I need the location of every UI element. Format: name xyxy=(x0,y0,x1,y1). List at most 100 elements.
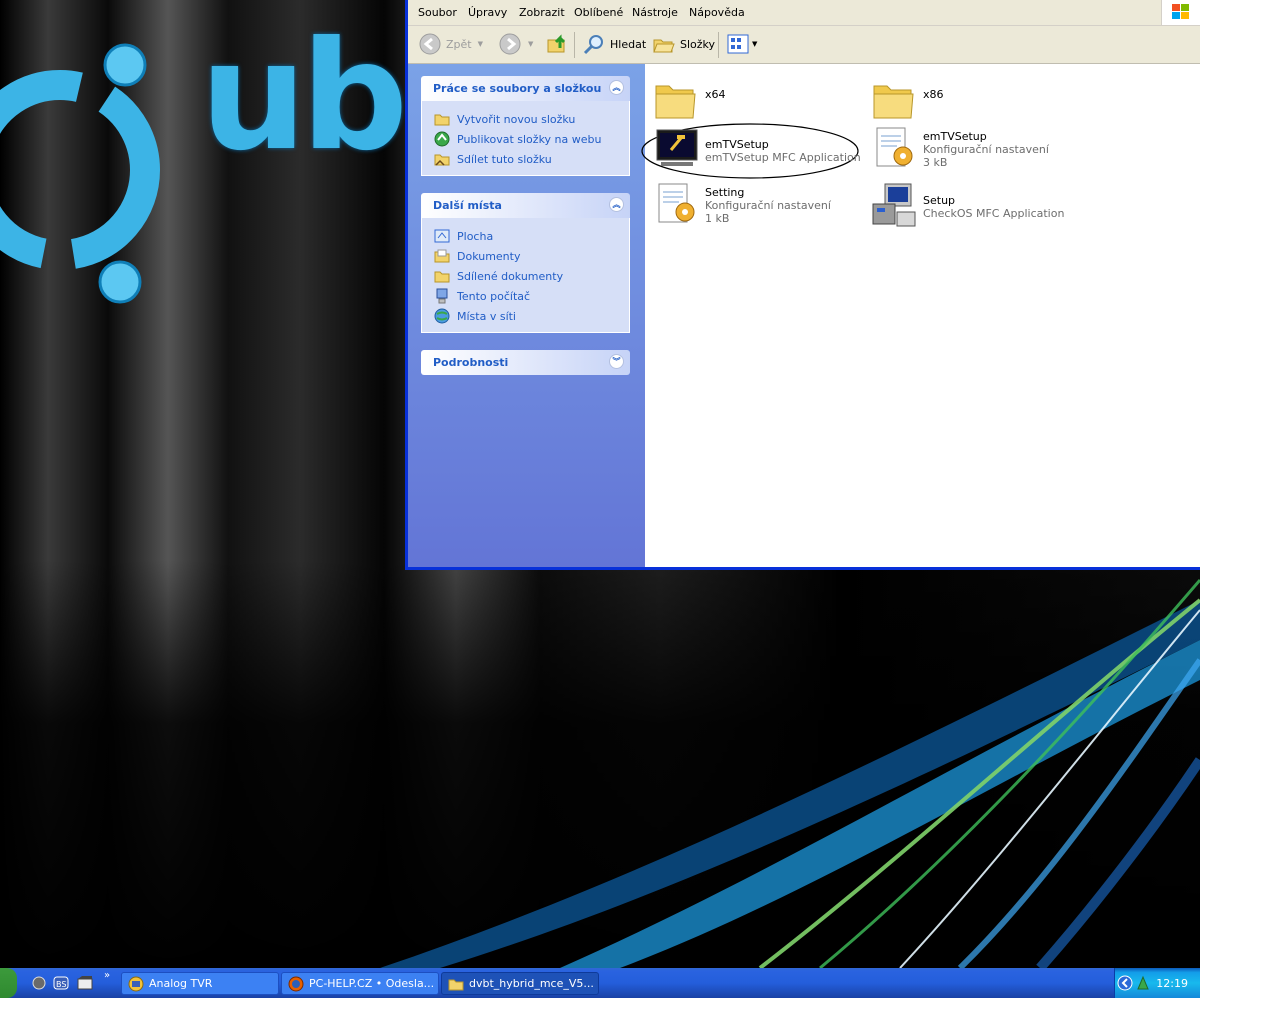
quicklaunch-bs-icon[interactable]: BS xyxy=(53,975,69,991)
search-button[interactable]: Hledat xyxy=(582,32,646,56)
clock[interactable]: 12:19 xyxy=(1156,977,1188,990)
up-folder-icon xyxy=(547,34,566,53)
file-item-setting-ini[interactable]: Setting Konfigurační nastavení 1 kB xyxy=(653,182,831,230)
share-folder-icon xyxy=(434,154,450,166)
place-documents[interactable]: Dokumenty xyxy=(422,246,629,266)
folders-label: Složky xyxy=(680,37,716,51)
forward-dropdown-icon[interactable]: ▼ xyxy=(528,40,533,48)
folder-icon xyxy=(448,979,464,990)
file-name: emTVSetup xyxy=(923,130,987,143)
folder-icon xyxy=(655,85,696,119)
back-button[interactable]: Zpět ▼ xyxy=(418,32,483,56)
toolbar-separator xyxy=(718,32,719,58)
file-item-x64[interactable]: x64 xyxy=(653,76,726,124)
menu-soubor[interactable]: Soubor xyxy=(418,6,457,19)
ubuntu-logo: ub xyxy=(0,10,420,343)
file-item-setup-exe[interactable]: Setup CheckOS MFC Application xyxy=(871,182,1064,230)
shared-folder-icon xyxy=(434,271,450,283)
menu-oblibene[interactable]: Oblíbené xyxy=(574,6,623,19)
other-places-body: Plocha Dokumenty Sdílené dokumenty Tento… xyxy=(421,218,630,333)
views-icon xyxy=(727,34,749,54)
taskbar-item-label: Analog TVR xyxy=(149,977,213,990)
file-tasks-header[interactable]: Práce se soubory a složkou ︽ xyxy=(421,76,630,101)
file-item-x86[interactable]: x86 xyxy=(871,76,944,124)
file-tasks-title: Práce se soubory a složkou xyxy=(433,82,602,95)
place-desktop[interactable]: Plocha xyxy=(422,226,629,246)
menu-nastroje[interactable]: Nástroje xyxy=(632,6,678,19)
task-publish-web[interactable]: Publikovat složky na webu xyxy=(422,129,629,149)
taskbar-item-label: dvbt_hybrid_mce_V5... xyxy=(469,977,594,990)
task-share-folder[interactable]: Sdílet tuto složku xyxy=(422,149,629,169)
back-dropdown-icon[interactable]: ▼ xyxy=(478,40,483,48)
file-list: x64 x86 emTVSetup emTVSetup MFC Applicat… xyxy=(641,64,1200,567)
tray-expand-icon[interactable] xyxy=(1117,975,1133,991)
views-button[interactable]: ▼ xyxy=(726,32,757,56)
toolbar-separator xyxy=(574,32,575,58)
task-new-folder-label: Vytvořit novou složku xyxy=(457,112,576,126)
file-name: x64 xyxy=(705,88,726,101)
file-name: Setting xyxy=(705,186,745,199)
details-title: Podrobnosti xyxy=(433,356,509,369)
computer-icon xyxy=(436,288,448,304)
collapse-icon[interactable]: ︽ xyxy=(609,80,624,95)
forward-button[interactable]: ▼ xyxy=(498,32,533,56)
folders-button[interactable]: Složky xyxy=(652,32,715,56)
quicklaunch-overflow-icon[interactable]: » xyxy=(104,970,110,981)
expand-icon[interactable]: ︾ xyxy=(609,354,624,369)
collapse-icon[interactable]: ︽ xyxy=(609,197,624,212)
search-icon xyxy=(583,35,603,55)
desktop-icon xyxy=(434,229,450,243)
tv-app-icon xyxy=(128,976,144,991)
tray-network-icon[interactable] xyxy=(1135,975,1151,991)
config-file-icon xyxy=(876,127,913,167)
application-icon xyxy=(656,129,698,166)
file-description: Konfigurační nastavení xyxy=(705,199,831,212)
folders-icon xyxy=(653,39,675,53)
taskbar-item-label: PC-HELP.CZ • Odesla... xyxy=(309,977,435,990)
start-button[interactable] xyxy=(0,968,17,998)
place-network-label: Místa v síti xyxy=(457,309,516,323)
logo-text: ub xyxy=(200,10,408,184)
place-documents-label: Dokumenty xyxy=(457,249,521,263)
taskbar-item-firefox[interactable]: PC-HELP.CZ • Odesla... xyxy=(281,972,439,995)
setup-icon xyxy=(872,183,916,227)
task-new-folder[interactable]: Vytvořit novou složku xyxy=(422,109,629,129)
menu-zobrazit[interactable]: Zobrazit xyxy=(519,6,565,19)
details-header[interactable]: Podrobnosti ︾ xyxy=(421,350,630,375)
other-places-title: Další místa xyxy=(433,199,502,212)
other-places-header[interactable]: Další místa ︽ xyxy=(421,193,630,218)
search-label: Hledat xyxy=(610,37,647,51)
documents-folder-icon xyxy=(434,249,450,263)
details-panel: Podrobnosti ︾ xyxy=(421,350,630,375)
place-my-computer-label: Tento počítač xyxy=(457,289,531,303)
views-dropdown-icon[interactable]: ▼ xyxy=(752,40,757,48)
quicklaunch-media-icon[interactable] xyxy=(77,975,93,991)
file-description: emTVSetup MFC Application xyxy=(705,151,861,164)
back-arrow-icon xyxy=(419,33,441,55)
file-item-emtvsetup-ini[interactable]: emTVSetup Konfigurační nastavení 3 kB xyxy=(871,126,1049,174)
config-file-icon xyxy=(658,183,695,223)
place-my-computer[interactable]: Tento počítač xyxy=(422,286,629,306)
file-tasks-body: Vytvořit novou složku Publikovat složky … xyxy=(421,101,630,176)
task-publish-web-label: Publikovat složky na webu xyxy=(457,132,602,146)
folder-icon xyxy=(873,85,914,119)
place-network[interactable]: Místa v síti xyxy=(422,306,629,326)
other-places-panel: Další místa ︽ Plocha Dokumenty Sdílené d… xyxy=(421,193,630,333)
svg-text:BS: BS xyxy=(56,980,66,989)
explorer-window: Soubor Úpravy Zobrazit Oblíbené Nástroje… xyxy=(405,0,1200,570)
file-item-emtvsetup-exe[interactable]: emTVSetup emTVSetup MFC Application xyxy=(653,126,861,174)
place-desktop-label: Plocha xyxy=(457,229,494,243)
quicklaunch-app-icon[interactable] xyxy=(31,975,47,991)
menu-napoveda[interactable]: Nápověda xyxy=(689,6,745,19)
up-folder-button[interactable] xyxy=(546,32,570,56)
file-name: x86 xyxy=(923,88,944,101)
task-pane: Práce se soubory a složkou ︽ Vytvořit no… xyxy=(408,64,645,567)
menu-upravy[interactable]: Úpravy xyxy=(468,6,507,19)
place-shared-documents[interactable]: Sdílené dokumenty xyxy=(422,266,629,286)
taskbar-item-explorer[interactable]: dvbt_hybrid_mce_V5... xyxy=(441,972,599,995)
taskbar-item-analog-tvr[interactable]: Analog TVR xyxy=(121,972,279,995)
file-name: emTVSetup xyxy=(705,138,769,151)
new-folder-icon xyxy=(434,114,450,126)
network-globe-icon xyxy=(434,308,450,324)
back-label: Zpět xyxy=(446,37,472,51)
